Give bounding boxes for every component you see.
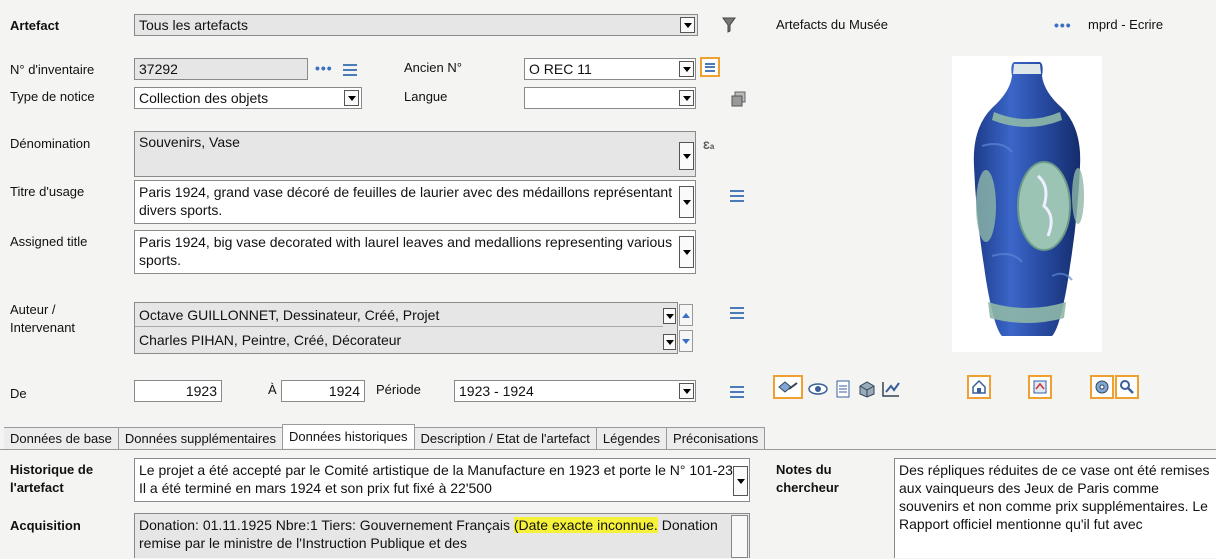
author-list-icon[interactable] [730, 307, 744, 319]
period-label: Période [376, 382, 421, 397]
denomination-field[interactable]: Souvenirs, Vase [134, 131, 696, 177]
old-number-dropdown-button[interactable] [679, 61, 694, 77]
filter-icon[interactable] [722, 16, 736, 34]
tab-legends[interactable]: Légendes [595, 427, 668, 449]
history-value: Le projet a été accepté par le Comité ar… [139, 462, 737, 496]
artefact-image[interactable] [952, 56, 1102, 352]
artefact-select-value: Tous les artefacts [139, 17, 248, 33]
home-icon[interactable] [967, 375, 991, 399]
from-year-field[interactable]: 1923 [134, 380, 222, 402]
assigned-title-value: Paris 1924, big vase decorated with laur… [139, 234, 673, 268]
author-label-line1: Auteur / [10, 302, 56, 317]
artefact-dropdown-button[interactable] [680, 17, 695, 33]
notice-type-label: Type de notice [10, 89, 95, 104]
acquisition-field[interactable]: Donation: 01.11.1925 Nbre:1 Tiers: Gouve… [134, 513, 750, 558]
period-select[interactable]: 1923 - 1924 [454, 380, 696, 402]
package-icon[interactable] [855, 377, 879, 401]
user-label: mprd - Ecrire [1088, 17, 1164, 32]
museum-label: Artefacts du Musée [776, 17, 888, 32]
from-year-value: 1923 [185, 383, 217, 399]
acquisition-text-part1: Donation: 01.11.1925 Nbre:1 Tiers: Gouve… [139, 517, 514, 533]
old-number-value: O REC 11 [529, 61, 592, 77]
disc-icon[interactable] [1090, 375, 1114, 399]
old-number-field[interactable]: O REC 11 [524, 58, 696, 80]
tab-basic-data[interactable]: Données de base [4, 427, 119, 449]
language-select[interactable] [524, 87, 696, 109]
tab-additional-data[interactable]: Données supplémentaires [117, 427, 283, 449]
title-usage-dropdown-button[interactable] [679, 186, 694, 218]
denomination-value: Souvenirs, Vase [139, 134, 240, 150]
assigned-title-label: Assigned title [10, 234, 88, 249]
author-item-2[interactable]: Charles PIHAN, Peintre, Créé, Décorateur [135, 328, 663, 353]
old-number-label: Ancien N° [404, 60, 462, 75]
author-item-1-text: Octave GUILLONNET, Dessinateur, Créé, Pr… [139, 307, 440, 323]
tools-icon[interactable] [1115, 375, 1139, 399]
title-usage-list-icon[interactable] [730, 190, 744, 202]
inventory-value: 37292 [139, 61, 178, 77]
denomination-dropdown-button[interactable] [679, 142, 694, 170]
language-dropdown-button[interactable] [679, 90, 694, 106]
inventory-label: N° d'inventaire [10, 62, 95, 77]
to-year-value: 1924 [328, 383, 360, 399]
author-item-1[interactable]: Octave GUILLONNET, Dessinateur, Créé, Pr… [135, 303, 663, 327]
tab-description[interactable]: Description / Etat de l'artefact [413, 427, 597, 449]
old-number-list-icon[interactable] [700, 57, 720, 77]
acquisition-scrollbar[interactable] [731, 515, 748, 558]
title-usage-value: Paris 1924, grand vase décoré de feuille… [139, 184, 673, 218]
author-scroll-down-icon[interactable] [679, 330, 693, 352]
title-usage-label: Titre d'usage [10, 184, 85, 199]
acquisition-label: Acquisition [10, 518, 81, 533]
duplicate-icon[interactable] [730, 90, 748, 108]
language-label: Langue [404, 89, 448, 104]
author-item-2-text: Charles PIHAN, Peintre, Créé, Décorateur [139, 332, 402, 348]
author-label-line2: Intervenant [10, 320, 76, 335]
researcher-notes-field[interactable]: Des répliques réduites de ce vase ont ét… [894, 458, 1216, 558]
denomination-label: Dénomination [10, 136, 91, 151]
chart-check-icon[interactable] [879, 377, 903, 401]
assigned-title-dropdown-button[interactable] [679, 236, 694, 268]
researcher-notes-value: Des répliques réduites de ce vase ont ét… [899, 462, 1210, 532]
artefact-label: Artefact [10, 18, 60, 33]
notice-type-select[interactable]: Collection des objets [134, 87, 362, 109]
inventory-list-icon[interactable] [343, 64, 357, 76]
assigned-title-field[interactable]: Paris 1924, big vase decorated with laur… [134, 230, 696, 274]
acquisition-highlight: (Date exacte inconnue. [513, 517, 658, 533]
artefact-select[interactable]: Tous les artefacts [134, 14, 698, 36]
history-dropdown-button[interactable] [733, 466, 748, 496]
history-label-line2: l'artefact [10, 480, 64, 495]
notes-label-line1: Notes du [776, 462, 832, 477]
notice-type-value: Collection des objets [139, 90, 269, 106]
from-label: De [10, 386, 27, 401]
more-options-icon[interactable]: ••• [1054, 17, 1072, 33]
edit-record-icon[interactable] [773, 375, 803, 399]
period-list-icon[interactable] [730, 386, 744, 398]
author-2-dropdown-button[interactable] [663, 334, 676, 350]
title-usage-field[interactable]: Paris 1924, grand vase décoré de feuille… [134, 180, 696, 224]
notes-label-line2: chercheur [776, 480, 839, 495]
tab-historical-data[interactable]: Données historiques [281, 424, 415, 448]
document-icon[interactable] [831, 377, 855, 401]
to-year-field[interactable]: 1924 [281, 380, 365, 402]
author-scroll-up-icon[interactable] [679, 304, 693, 326]
inventory-field[interactable]: 37292 [134, 58, 308, 80]
notice-type-dropdown-button[interactable] [344, 90, 359, 106]
translate-icon[interactable]: Ɛa [703, 140, 721, 154]
period-dropdown-button[interactable] [679, 383, 694, 399]
history-field[interactable]: Le projet a été accepté par le Comité ar… [134, 458, 750, 502]
view-eye-icon[interactable] [806, 377, 830, 401]
history-label-line1: Historique de [10, 462, 94, 477]
link-document-icon[interactable] [1028, 375, 1052, 399]
author-1-dropdown-button[interactable] [663, 308, 676, 324]
tab-recommendations[interactable]: Préconisations [666, 427, 766, 449]
inventory-more-icon[interactable]: ••• [315, 60, 333, 76]
period-value: 1923 - 1924 [459, 383, 534, 399]
tab-bar: Données de base Données supplémentaires … [4, 424, 766, 449]
to-label: À [268, 382, 277, 397]
